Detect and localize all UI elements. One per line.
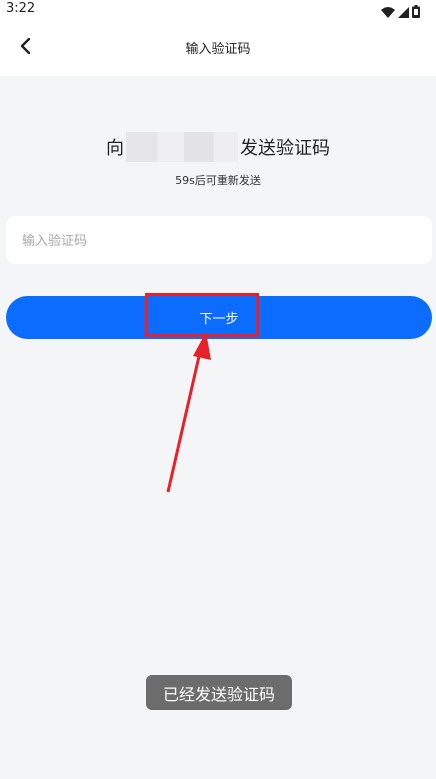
toast-message: 已经发送验证码 bbox=[146, 675, 292, 710]
annotation-arrow bbox=[166, 332, 211, 493]
